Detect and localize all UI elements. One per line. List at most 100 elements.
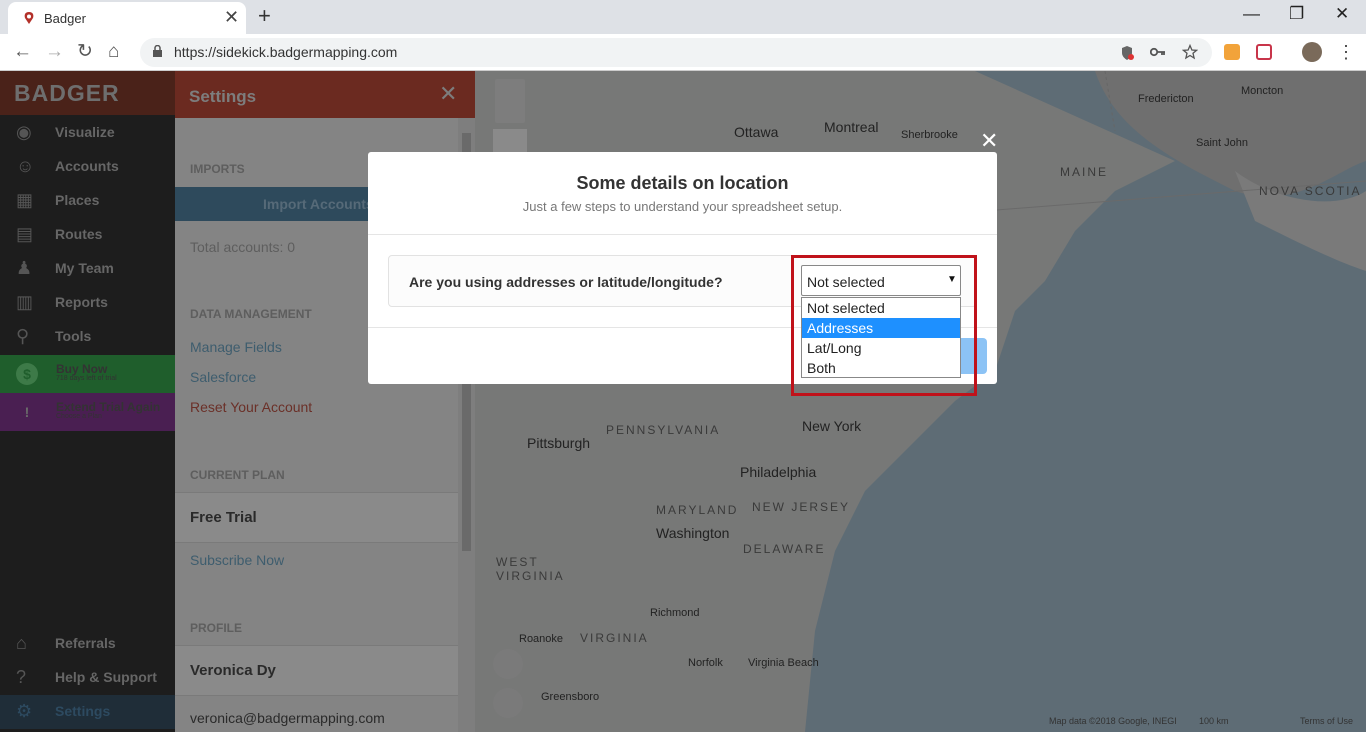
map-scale: 100 km	[1199, 716, 1229, 726]
map-label: Roanoke	[519, 633, 564, 645]
sidebar-item-visualize[interactable]: ◉ Visualize	[0, 116, 175, 150]
map-label: Fredericton	[1138, 93, 1194, 105]
salesforce-link[interactable]: Salesforce	[190, 369, 256, 385]
browser-menu-icon[interactable]: ⋮	[1337, 41, 1355, 63]
map-label: Virginia Beach	[748, 657, 819, 669]
sidebar-item-label: Help & Support	[55, 669, 157, 685]
browser-toolbar: ← → ↻ ⌂ https://sidekick.badgermapping.c…	[0, 34, 1366, 71]
map-label: MARYLAND	[656, 503, 739, 517]
modal-title: Some details on location	[576, 173, 789, 193]
dollar-icon: $	[16, 363, 38, 385]
map-label: VIRGINIA	[496, 569, 565, 583]
subscribe-now-link[interactable]: Subscribe Now	[190, 552, 284, 568]
location-question-text: Are you using addresses or latitude/long…	[409, 274, 723, 290]
forward-icon[interactable]: →	[45, 41, 64, 63]
layers-button[interactable]	[493, 649, 523, 679]
map-label: NOVA SCOTIA	[1259, 184, 1362, 198]
map-label: Richmond	[650, 607, 700, 619]
settings-title: Settings	[189, 87, 257, 106]
buy-now-subtitle: 718 days left of trial	[56, 375, 117, 382]
badger-logo[interactable]: BADGER	[14, 80, 120, 107]
terms-link[interactable]: Terms of Use	[1300, 716, 1353, 726]
window-close-icon[interactable]: ✕	[1335, 4, 1349, 24]
profile-avatar[interactable]	[1302, 42, 1322, 62]
badger-favicon-icon	[24, 12, 34, 24]
star-icon[interactable]	[1182, 44, 1198, 60]
home-icon[interactable]: ⌂	[108, 41, 119, 63]
sidebar-item-reports[interactable]: ▥ Reports	[0, 286, 175, 320]
map-label: WEST	[496, 555, 539, 569]
modal-divider	[368, 234, 997, 235]
address-bar[interactable]: https://sidekick.badgermapping.com	[140, 38, 1212, 67]
exclamation-icon: !	[24, 404, 30, 420]
person-icon: ☺	[16, 156, 35, 176]
profile-email: veronica@badgermapping.com	[190, 710, 385, 726]
map-label: Saint John	[1196, 137, 1248, 149]
map-label: VIRGINIA	[580, 631, 649, 645]
sidebar-item-label: Referrals	[55, 635, 116, 651]
map-label: New York	[802, 418, 862, 434]
sidebar-item-tools[interactable]: ⚲ Tools	[0, 320, 175, 354]
buy-now-title: Buy Now	[56, 362, 108, 376]
settings-header: Settings ✕	[175, 71, 475, 118]
buy-now-button[interactable]: $ Buy Now 718 days left of trial	[0, 355, 175, 393]
sidebar-item-my-team[interactable]: ♟ My Team	[0, 252, 175, 286]
annotation-highlight-box	[791, 255, 977, 396]
sidebar-item-places[interactable]: ▦ Places	[0, 184, 175, 218]
extend-trial-subtitle: Choose a Plan	[56, 413, 102, 420]
import-accounts-button[interactable]: Import Accounts	[175, 187, 375, 221]
back-icon[interactable]: ←	[13, 41, 32, 63]
pin-icon: ⚲	[16, 326, 30, 346]
sidebar-item-accounts[interactable]: ☺ Accounts	[0, 150, 175, 184]
sidebar-item-referrals[interactable]: ⌂ Referrals	[0, 627, 175, 661]
app-sidebar: BADGER ◉ Visualize ☺ Accounts ▦ Places ▤…	[0, 71, 175, 732]
browser-tab[interactable]: Badger ✕	[8, 2, 246, 34]
key-icon[interactable]	[1150, 47, 1166, 57]
profile-heading: PROFILE	[190, 621, 243, 635]
sidebar-item-label: Settings	[55, 703, 111, 719]
data-management-heading: DATA MANAGEMENT	[190, 307, 312, 321]
sidebar-item-label: My Team	[55, 260, 114, 276]
map-label: Greensboro	[541, 691, 600, 703]
settings-close-icon[interactable]: ✕	[439, 81, 457, 107]
extension-pocket-icon[interactable]	[1256, 44, 1272, 60]
sidebar-item-settings[interactable]: ⚙ Settings	[0, 695, 175, 729]
new-tab-icon[interactable]: +	[258, 4, 271, 28]
map-label: Montreal	[824, 119, 879, 135]
shield-blocked-icon[interactable]	[1120, 45, 1134, 61]
extend-trial-button[interactable]: ! Extend Trial Again Choose a Plan	[0, 393, 175, 431]
report-icon: ▥	[16, 292, 34, 312]
browser-tab-bar: Badger ✕ + — ❐ ✕	[0, 0, 1366, 34]
map-label: PENNSYLVANIA	[606, 423, 721, 437]
eye-icon: ◉	[16, 122, 32, 142]
modal-subtitle: Just a few steps to understand your spre…	[522, 199, 843, 214]
modal-close-icon[interactable]: ✕	[980, 130, 998, 152]
map-label: MAINE	[1060, 165, 1109, 179]
url-text: https://sidekick.badgermapping.com	[174, 44, 398, 60]
street-view-pegman[interactable]	[495, 79, 525, 123]
map-label: Sherbrooke	[901, 129, 958, 141]
gear-icon: ⚙	[16, 701, 33, 721]
tab-close-icon[interactable]: ✕	[224, 8, 239, 26]
map-label: Washington	[656, 525, 730, 541]
map-label: Norfolk	[688, 657, 723, 669]
restore-icon[interactable]: ❐	[1289, 4, 1304, 24]
map-icon: ▤	[16, 224, 34, 244]
minimize-icon[interactable]: —	[1243, 4, 1260, 24]
sidebar-item-label: Tools	[55, 328, 92, 344]
sidebar-item-help-support[interactable]: ? Help & Support	[0, 661, 175, 695]
sidebar-item-routes[interactable]: ▤ Routes	[0, 218, 175, 252]
extension-bag-icon[interactable]	[1224, 44, 1240, 60]
current-plan-heading: CURRENT PLAN	[190, 468, 285, 482]
lock-icon	[153, 45, 162, 57]
map-label: NEW JERSEY	[752, 500, 851, 514]
logo-bar: BADGER	[0, 71, 175, 115]
sidebar-item-label: Routes	[55, 226, 103, 242]
team-icon: ♟	[16, 258, 33, 278]
reset-account-link[interactable]: Reset Your Account	[190, 399, 312, 415]
profile-name-row: Veronica Dy	[175, 645, 458, 696]
locate-button[interactable]	[493, 688, 523, 718]
map-label: Ottawa	[734, 124, 779, 140]
manage-fields-link[interactable]: Manage Fields	[190, 339, 282, 355]
reload-icon[interactable]: ↻	[77, 41, 93, 63]
